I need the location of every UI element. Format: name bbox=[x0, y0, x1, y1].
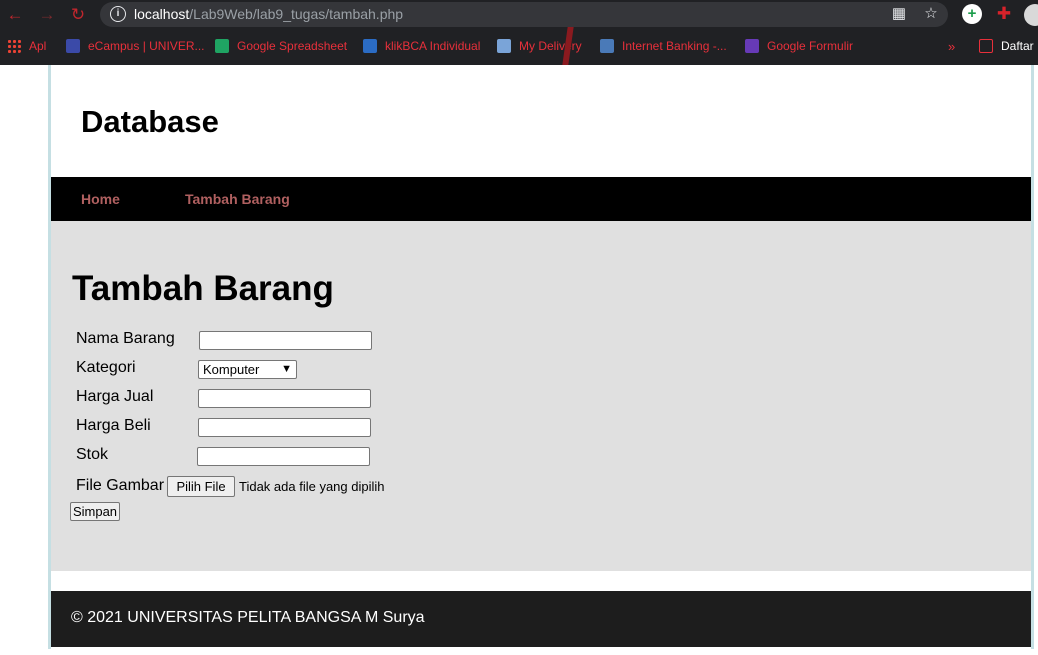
bookmark-internet-banking[interactable]: Internet Banking -... bbox=[600, 38, 727, 54]
bookmark-google-formulir[interactable]: Google Formulir bbox=[745, 38, 853, 54]
more-bookmarks-chevron-icon: » bbox=[948, 38, 956, 54]
more-bookmarks-button[interactable]: » bbox=[948, 38, 955, 54]
reading-list-icon bbox=[979, 39, 993, 53]
chevron-down-icon: ▼ bbox=[281, 363, 292, 375]
site-header: Database bbox=[51, 65, 1031, 177]
harga-beli-input[interactable] bbox=[198, 418, 371, 437]
site-footer: © 2021 UNIVERSITAS PELITA BANGSA M Surya bbox=[51, 591, 1031, 647]
bookmark-apps[interactable]: Apl bbox=[7, 38, 46, 54]
forward-arrow-icon[interactable]: → bbox=[36, 4, 58, 26]
file-status-text: Tidak ada file yang dipilih bbox=[239, 479, 385, 494]
bookmark-label: klikBCA Individual bbox=[385, 39, 481, 53]
harga-beli-label: Harga Beli bbox=[76, 417, 151, 434]
nav-link-home[interactable]: Home bbox=[81, 191, 120, 207]
kategori-label: Kategori bbox=[76, 359, 136, 376]
harga-jual-label: Harga Jual bbox=[76, 388, 154, 405]
bookmark-label: Google Formulir bbox=[767, 39, 854, 53]
bank-icon bbox=[600, 39, 614, 53]
simpan-button[interactable]: Simpan bbox=[70, 502, 120, 521]
bca-icon bbox=[363, 39, 377, 53]
browser-chrome: ← → ↻ i localhost/Lab9Web/lab9_tugas/tam… bbox=[0, 0, 1038, 65]
bookmark-label: Internet Banking -... bbox=[622, 39, 727, 53]
harga-jual-input[interactable] bbox=[198, 389, 371, 408]
stok-input[interactable] bbox=[197, 447, 370, 466]
kategori-selected-value: Komputer bbox=[203, 362, 260, 377]
form-section: Tambah Barang Nama Barang Kategori Kompu… bbox=[51, 221, 1031, 571]
reading-list-label: Daftar bbox=[1001, 39, 1034, 53]
university-icon bbox=[66, 39, 80, 53]
star-icon[interactable]: ☆ bbox=[922, 5, 940, 23]
nama-barang-label: Nama Barang bbox=[76, 330, 175, 347]
page-title: Tambah Barang bbox=[72, 269, 334, 308]
site-title: Database bbox=[81, 104, 219, 139]
reading-list-button[interactable]: Daftar bbox=[979, 38, 1034, 54]
footer-copyright: © 2021 UNIVERSITAS PELITA BANGSA M Surya bbox=[71, 609, 425, 626]
profile-avatar[interactable] bbox=[1024, 4, 1038, 26]
url-text[interactable]: localhost/Lab9Web/lab9_tugas/tambah.php bbox=[134, 6, 403, 22]
bookmark-ecampus[interactable]: eCampus | UNIVER... bbox=[66, 38, 204, 54]
file-gambar-label: File Gambar bbox=[76, 477, 165, 494]
apps-grid-icon bbox=[7, 39, 21, 53]
stok-label: Stok bbox=[76, 446, 109, 463]
main-nav: Home Tambah Barang bbox=[51, 177, 1031, 221]
bookmark-google-spreadsheet[interactable]: Google Spreadsheet bbox=[215, 38, 347, 54]
bookmark-label: My Delivery bbox=[519, 39, 582, 53]
container-shadow-right bbox=[1031, 65, 1034, 649]
url-path: /Lab9Web/lab9_tugas/tambah.php bbox=[189, 6, 404, 22]
bookmark-label: Apl bbox=[29, 39, 47, 53]
puzzle-icon[interactable]: ✚ bbox=[994, 4, 1014, 24]
bookmark-label: Google Spreadsheet bbox=[237, 39, 348, 53]
nama-barang-input[interactable] bbox=[199, 331, 372, 350]
reload-icon[interactable]: ↻ bbox=[67, 4, 89, 26]
bookmark-label: eCampus | UNIVER... bbox=[88, 39, 205, 53]
address-bar[interactable]: i localhost/Lab9Web/lab9_tugas/tambah.ph… bbox=[100, 2, 948, 27]
page-container: Database Home Tambah Barang Tambah Baran… bbox=[51, 65, 1031, 649]
google-sheets-icon bbox=[215, 39, 229, 53]
google-forms-icon bbox=[745, 39, 759, 53]
bookmarks-bar: Apl eCampus | UNIVER... Google Spreadshe… bbox=[0, 32, 1038, 60]
url-host: localhost bbox=[134, 6, 190, 22]
delivery-icon bbox=[497, 39, 511, 53]
kategori-select[interactable]: Komputer ▼ bbox=[198, 360, 297, 379]
info-icon[interactable]: i bbox=[110, 6, 126, 22]
nav-link-tambah-barang[interactable]: Tambah Barang bbox=[185, 191, 290, 207]
translate-icon[interactable]: ▦ bbox=[890, 5, 908, 23]
back-arrow-icon[interactable]: ← bbox=[4, 4, 26, 26]
extension-plus-icon[interactable]: + bbox=[962, 4, 982, 24]
bookmark-klikbca[interactable]: klikBCA Individual bbox=[363, 38, 480, 54]
choose-file-button[interactable]: Pilih File bbox=[167, 476, 235, 497]
